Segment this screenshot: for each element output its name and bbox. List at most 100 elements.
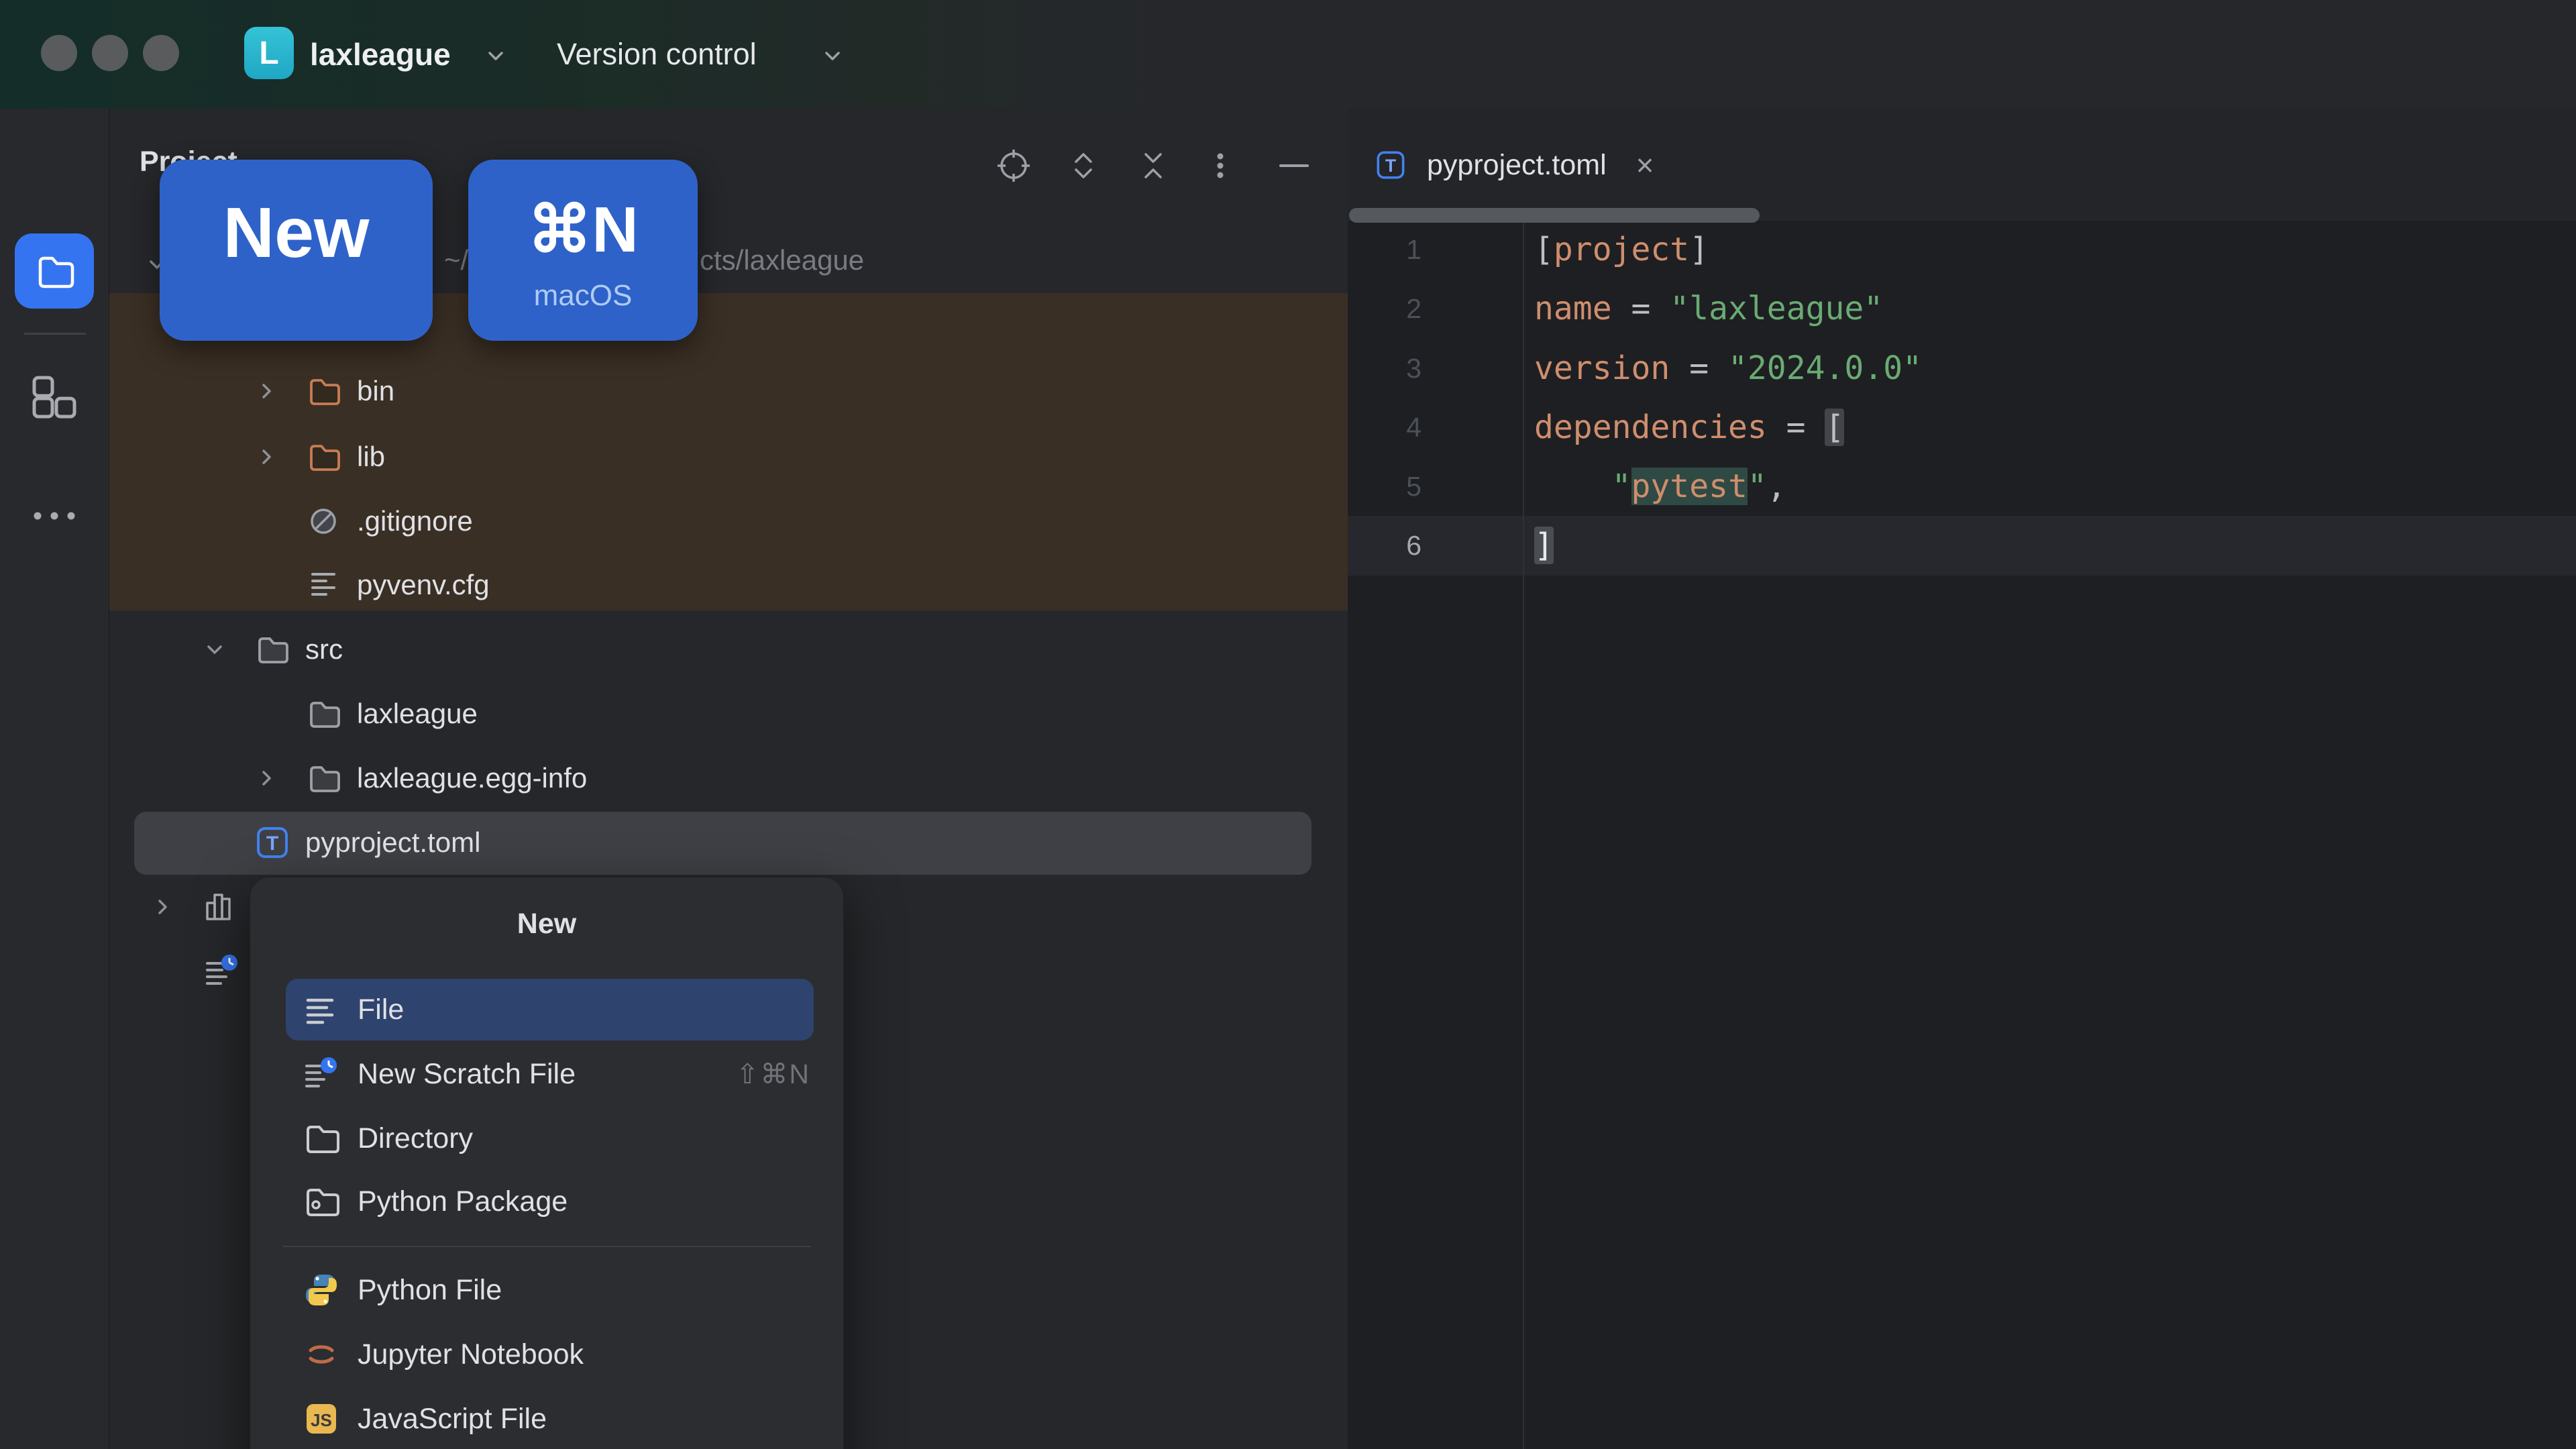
line-number: 2 <box>1406 293 1421 324</box>
project-widget[interactable]: laxleague <box>310 0 451 109</box>
tree-row-laxleague-egg-info[interactable]: laxleague.egg-info <box>109 746 1493 810</box>
code-line[interactable]: [project] <box>1534 220 1709 279</box>
folder-icon <box>254 632 305 667</box>
project-tool-button[interactable] <box>15 233 94 309</box>
line-number: 5 <box>1406 471 1421 502</box>
callout-badge-shortcut: ⌘N macOS <box>468 160 698 341</box>
menu-item-jupyter-notebook[interactable]: Jupyter Notebook <box>250 1324 843 1385</box>
text-file-icon <box>306 568 357 602</box>
horizontal-scrollbar-thumb[interactable] <box>1349 208 1760 223</box>
structure-tool-button[interactable] <box>32 376 76 419</box>
tree-item-label: pyvenv.cfg <box>357 569 490 600</box>
tree-row-gitignore[interactable]: .gitignore <box>109 489 1544 553</box>
code-token: name <box>1534 290 1612 327</box>
editor-tab-bar: T pyproject.toml × <box>1348 109 2576 222</box>
caret-bracket-token: ] <box>1534 527 1554 564</box>
menu-item-label: Python Package <box>358 1185 568 1218</box>
callout-action-label: New <box>223 193 370 272</box>
editor-area: T pyproject.toml × 1 2 3 4 5 6 [project]… <box>1348 109 2576 1449</box>
chevron-expanded-icon[interactable] <box>203 638 254 661</box>
menu-item-label: File <box>358 993 405 1026</box>
project-avatar-letter: L <box>259 35 279 71</box>
code-token: , <box>1766 468 1786 505</box>
chevron-collapsed-icon[interactable] <box>255 380 306 402</box>
chevron-collapsed-icon[interactable] <box>255 445 306 468</box>
code-line[interactable]: "pytest", <box>1534 457 1786 516</box>
code-line[interactable]: dependencies = [ <box>1534 398 1845 457</box>
chevron-collapsed-icon[interactable] <box>255 767 306 790</box>
menu-item-python-file[interactable]: Python File <box>250 1259 843 1321</box>
code-token: "2024.0.0" <box>1728 350 1922 387</box>
menu-item-label: JavaScript File <box>358 1402 547 1435</box>
tree-item-label: laxleague.egg-info <box>357 762 588 794</box>
code-token: project <box>1553 231 1690 268</box>
tab-label: pyproject.toml <box>1427 148 1607 181</box>
menu-item-label: New Scratch File <box>358 1057 576 1090</box>
package-folder-icon <box>303 1183 358 1220</box>
tab-pyproject-toml[interactable]: T pyproject.toml × <box>1375 109 1654 221</box>
tree-row-lib[interactable]: lib <box>109 425 1493 489</box>
collapse-all-button[interactable] <box>1134 147 1172 184</box>
highlighted-segment-token: pytest <box>1631 468 1748 505</box>
python-logo-icon <box>303 1271 358 1309</box>
structure-icon <box>32 376 76 419</box>
tree-row-pyproject-toml[interactable]: T pyproject.toml <box>109 810 1493 875</box>
tree-row-pyvenv-cfg[interactable]: pyvenv.cfg <box>109 553 1544 617</box>
svg-text:T: T <box>266 833 278 855</box>
version-control-label: Version control <box>557 37 757 71</box>
svg-text:T: T <box>1385 156 1396 176</box>
title-bar: L laxleague Version control <box>0 0 2576 109</box>
menu-item-python-package[interactable]: Python Package <box>250 1171 843 1232</box>
code-token: [ <box>1534 231 1554 268</box>
window-minimize-button[interactable] <box>92 35 128 71</box>
jupyter-icon <box>303 1336 358 1373</box>
code-token: = <box>1670 350 1728 387</box>
code-line[interactable]: version = "2024.0.0" <box>1534 339 1922 398</box>
chevron-collapsed-icon[interactable] <box>151 896 202 918</box>
callout-platform-label: macOS <box>533 279 633 312</box>
version-control-widget[interactable]: Version control <box>557 0 757 109</box>
menu-item-file[interactable]: File <box>286 979 814 1040</box>
line-number: 4 <box>1406 412 1421 443</box>
folder-icon <box>303 1120 358 1157</box>
window-zoom-button[interactable] <box>143 35 179 71</box>
stripe-divider <box>24 333 86 335</box>
code-token: dependencies <box>1534 409 1767 446</box>
folder-icon <box>306 374 357 409</box>
toml-file-icon: T <box>254 824 305 861</box>
code-line[interactable]: name = "laxleague" <box>1534 279 1883 338</box>
code-token: = <box>1611 290 1670 327</box>
options-kebab-button[interactable] <box>1207 147 1234 184</box>
menu-item-shortcut: ⇧⌘N <box>736 1059 810 1089</box>
code-line-current[interactable]: ] <box>1534 516 1554 575</box>
menu-title: New <box>517 908 577 940</box>
menu-item-javascript-file[interactable]: JS JavaScript File <box>250 1388 843 1449</box>
code-token: = <box>1766 409 1825 446</box>
new-context-menu: New File New Scratch File ⇧⌘N Directory … <box>250 877 844 1449</box>
menu-item-label: Python File <box>358 1273 502 1306</box>
ellipsis-icon <box>31 504 78 527</box>
tree-item-label: src <box>305 633 343 665</box>
locate-file-button[interactable] <box>995 147 1032 184</box>
code-token: " <box>1747 468 1767 505</box>
gutter-divider <box>1523 221 1524 1449</box>
window-close-button[interactable] <box>41 35 77 71</box>
code-token: " <box>1611 468 1631 505</box>
more-tool-windows-button[interactable] <box>31 504 78 527</box>
project-avatar[interactable]: L <box>244 27 294 79</box>
tree-row-bin[interactable]: bin <box>109 359 1493 423</box>
toml-file-icon: T <box>1375 149 1407 181</box>
hide-panel-button[interactable] <box>1274 147 1314 184</box>
close-icon[interactable]: × <box>1636 147 1654 183</box>
project-root-path-fragment: cts/laxleague <box>700 244 865 276</box>
menu-item-directory[interactable]: Directory <box>250 1108 843 1169</box>
code-token: version <box>1534 350 1670 387</box>
tree-row-laxleague[interactable]: laxleague <box>109 682 1544 746</box>
external-libraries-icon <box>202 890 253 924</box>
menu-divider <box>282 1246 811 1247</box>
chevron-down-icon <box>821 44 844 67</box>
tree-item-label: laxleague <box>357 698 478 729</box>
expand-all-button[interactable] <box>1065 147 1102 184</box>
tree-row-src[interactable]: src <box>109 617 1442 682</box>
menu-item-new-scratch-file[interactable]: New Scratch File ⇧⌘N <box>250 1043 843 1105</box>
